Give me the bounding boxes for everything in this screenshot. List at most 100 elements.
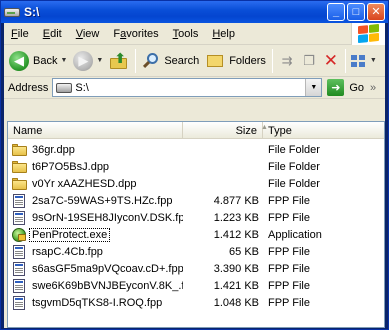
file-name: swe6K69bBVNJBEyconV.8K_.fpp: [32, 279, 183, 292]
toolbar-overflow-icon[interactable]: »: [370, 82, 376, 94]
column-header-name[interactable]: Name: [8, 122, 183, 139]
up-folder-button[interactable]: ⬆: [106, 48, 132, 74]
search-icon: [142, 52, 160, 70]
file-type: FPP File: [268, 262, 310, 275]
column-header-size[interactable]: ▲ Size: [183, 122, 268, 139]
back-label: Back: [33, 54, 58, 67]
file-size: 4.877 KB: [213, 194, 259, 207]
search-button[interactable]: Search: [139, 48, 202, 74]
file-type: Application: [268, 228, 322, 241]
toolbar-separator: [135, 48, 137, 73]
chevron-down-icon[interactable]: ▼: [305, 79, 322, 96]
file-name: PenProtect.exe: [28, 227, 111, 242]
file-size: 1.223 KB: [213, 211, 259, 224]
list-item[interactable]: v0Yr xAAZHESD.dpp File Folder: [8, 175, 384, 192]
file-name: rsapC.4Cb.fpp: [32, 245, 103, 258]
folders-button[interactable]: Folders: [202, 48, 269, 74]
file-name: tsgvmD5qTKS8-I.ROQ.fpp: [32, 296, 163, 309]
search-label: Search: [164, 54, 200, 67]
list-item[interactable]: t6P7O5BsJ.dpp File Folder: [8, 158, 384, 175]
delete-icon[interactable]: ✕: [322, 51, 340, 70]
toolbar-separator: [344, 48, 346, 73]
toolbar-separator: [271, 48, 273, 73]
menu-tools[interactable]: Tools: [166, 28, 206, 40]
address-value: S:\: [75, 81, 89, 94]
document-icon: [11, 244, 27, 259]
drive-icon: [56, 82, 73, 93]
address-bar: Address S:\ ▼ ➜ Go »: [4, 77, 385, 99]
column-header-type[interactable]: Type: [263, 122, 384, 139]
window-title: S:\: [24, 5, 40, 19]
file-type: FPP File: [268, 296, 310, 309]
chevron-down-icon[interactable]: ▼: [96, 57, 103, 64]
file-type: FPP File: [268, 211, 310, 224]
document-icon: [11, 261, 27, 276]
views-icon[interactable]: [349, 53, 367, 69]
list-item[interactable]: 36gr.dpp File Folder: [8, 141, 384, 158]
menu-help[interactable]: Help: [205, 28, 242, 40]
file-type: File Folder: [268, 143, 320, 156]
maximize-button[interactable]: □: [347, 3, 365, 21]
file-name: 9sOrN-19SEH8JIyconV.DSK.fpp: [32, 211, 183, 224]
go-button[interactable]: ➜ Go: [327, 79, 364, 96]
file-size: 1.421 KB: [213, 279, 259, 292]
folders-icon: [205, 52, 225, 70]
go-label: Go: [349, 81, 365, 94]
document-icon: [11, 193, 27, 208]
folder-icon: [11, 177, 27, 191]
title-bar[interactable]: S:\ _ □ ✕: [1, 1, 388, 23]
explorer-window: S:\ _ □ ✕ File Edit View Favorites Tools…: [0, 0, 389, 330]
file-type: File Folder: [268, 177, 320, 190]
menu-file[interactable]: File: [4, 28, 36, 40]
back-button[interactable]: ◀ Back ▼: [6, 48, 70, 74]
back-arrow-icon: ◀: [9, 50, 29, 71]
folder-icon: [11, 160, 27, 174]
application-icon: [11, 227, 27, 242]
list-item[interactable]: PenProtect.exe 1.412 KB Application: [8, 226, 384, 243]
window-client: File Edit View Favorites Tools Help ◀ Ba…: [4, 23, 385, 328]
menu-favorites[interactable]: Favorites: [106, 28, 165, 40]
list-item[interactable]: swe6K69bBVNJBEyconV.8K_.fpp 1.421 KB FPP…: [8, 277, 384, 294]
file-type: FPP File: [268, 194, 310, 207]
document-icon: [11, 210, 27, 225]
folder-up-icon: ⬆: [109, 51, 129, 71]
list-item[interactable]: 9sOrN-19SEH8JIyconV.DSK.fpp 1.223 KB FPP…: [8, 209, 384, 226]
list-item[interactable]: rsapC.4Cb.fpp 65 KB FPP File: [8, 243, 384, 260]
forward-button[interactable]: ▶ ▼: [70, 48, 106, 74]
file-name: t6P7O5BsJ.dpp: [32, 160, 110, 173]
menu-view[interactable]: View: [69, 28, 107, 40]
file-size: 1.048 KB: [213, 296, 259, 309]
document-icon: [11, 295, 27, 310]
folder-icon: [11, 143, 27, 157]
menu-bar: File Edit View Favorites Tools Help: [4, 23, 385, 45]
move-to-icon[interactable]: ⇉: [278, 52, 296, 70]
file-size: 3.390 KB: [213, 262, 259, 275]
standard-toolbar: ◀ Back ▼ ▶ ▼ ⬆ Search Folders ⇉ ❐ ✕ ▼: [4, 45, 385, 77]
file-size: 1.412 KB: [213, 228, 259, 241]
folders-label: Folders: [229, 54, 266, 67]
drive-icon: [4, 5, 20, 19]
copy-to-icon[interactable]: ❐: [300, 52, 318, 70]
file-type: File Folder: [268, 160, 320, 173]
chevron-down-icon[interactable]: ▼: [60, 57, 67, 64]
menu-edit[interactable]: Edit: [36, 28, 69, 40]
file-list[interactable]: Name ▲ Size Type 36gr.dpp File Folder t6…: [7, 121, 385, 328]
list-item[interactable]: tsgvmD5qTKS8-I.ROQ.fpp 1.048 KB FPP File: [8, 294, 384, 311]
go-arrow-icon: ➜: [327, 79, 345, 96]
list-item[interactable]: 2sa7C-59WAS+9TS.HZc.fpp 4.877 KB FPP Fil…: [8, 192, 384, 209]
file-name: 2sa7C-59WAS+9TS.HZc.fpp: [32, 194, 173, 207]
file-type: FPP File: [268, 279, 310, 292]
address-label: Address: [8, 81, 49, 94]
file-rows: 36gr.dpp File Folder t6P7O5BsJ.dpp File …: [8, 141, 384, 311]
file-name: 36gr.dpp: [32, 143, 75, 156]
address-input[interactable]: S:\ ▼: [52, 78, 323, 97]
list-item[interactable]: s6asGF5ma9pVQcoav.cD+.fpp 3.390 KB FPP F…: [8, 260, 384, 277]
file-name: v0Yr xAAZHESD.dpp: [32, 177, 137, 190]
file-name: s6asGF5ma9pVQcoav.cD+.fpp: [32, 262, 183, 275]
document-icon: [11, 278, 27, 293]
chevron-down-icon[interactable]: ▼: [370, 57, 377, 64]
close-button[interactable]: ✕: [367, 3, 385, 21]
minimize-button[interactable]: _: [327, 3, 345, 21]
file-type: FPP File: [268, 245, 310, 258]
list-header: Name ▲ Size Type: [8, 122, 384, 139]
